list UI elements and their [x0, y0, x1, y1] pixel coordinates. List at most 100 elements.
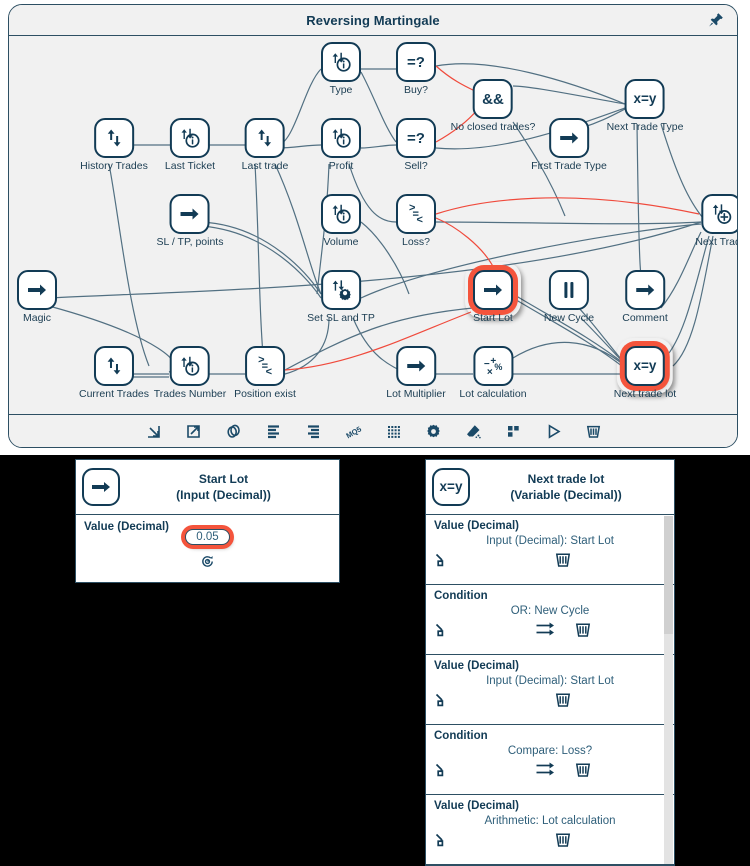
- svg-text:<: <: [266, 366, 272, 378]
- node-type[interactable]: Type: [321, 42, 361, 96]
- eraser-icon[interactable]: [464, 422, 483, 441]
- node-loss[interactable]: > = < Loss?: [396, 194, 436, 248]
- arrows-info-icon: [321, 118, 361, 158]
- trash-icon[interactable]: [555, 831, 571, 848]
- arrow-right-icon: [473, 270, 513, 310]
- trash-icon[interactable]: [575, 621, 591, 638]
- diagram-toolbar[interactable]: MQ5: [9, 414, 737, 447]
- node-first-trade-type[interactable]: First Trade Type: [531, 118, 607, 172]
- mq5-icon[interactable]: MQ5: [344, 422, 363, 441]
- link-node-icon[interactable]: [434, 621, 451, 638]
- arrow-right-icon: [17, 270, 57, 310]
- compare-icon: > = <: [396, 194, 436, 234]
- compare-icon: > = <: [245, 346, 285, 386]
- arrows-info-icon: [169, 118, 210, 158]
- node-position-exist[interactable]: > = < Position exist: [234, 346, 296, 400]
- node-profit[interactable]: Profit: [321, 118, 361, 172]
- start-lot-value-input[interactable]: 0.05: [185, 529, 230, 545]
- node-label-lot-calculation: Lot calculation: [459, 388, 527, 400]
- grid-icon[interactable]: [384, 422, 403, 441]
- node-comment[interactable]: Comment: [622, 270, 668, 324]
- link-node-icon[interactable]: [434, 551, 451, 568]
- panel-scrollbar[interactable]: [663, 516, 673, 864]
- arrows-plus-icon: [700, 194, 737, 234]
- node-label-next-trade-lot: Next trade lot: [613, 388, 677, 400]
- property-key: Condition: [434, 730, 488, 742]
- node-sell[interactable]: =? Sell?: [396, 118, 436, 172]
- properties-area: Start Lot (Input (Decimal)) Value (Decim…: [0, 455, 750, 866]
- property-row: Value (Decimal) Arithmetic: Lot calculati…: [426, 795, 674, 865]
- property-key: Value (Decimal): [434, 520, 520, 532]
- property-row: Value (Decimal) Input (Decimal): Start Lo…: [426, 655, 674, 725]
- property-row: Value (Decimal) Input (Decimal): Start Lo…: [426, 515, 674, 585]
- next-trade-lot-rows: Value (Decimal) Input (Decimal): Start Lo…: [426, 515, 674, 865]
- next-trade-lot-properties-panel: x=y Next trade lot (Variable (Decimal)) …: [425, 459, 675, 866]
- page-title: Reversing Martingale: [306, 12, 440, 28]
- node-set-sl-and-tp[interactable]: Set SL and TP: [307, 270, 375, 324]
- arrow-right-icon: [396, 346, 436, 386]
- node-label-first-trade-type: First Trade Type: [531, 160, 607, 172]
- start-lot-panel-header: Start Lot (Input (Decimal)): [76, 460, 339, 515]
- start-lot-value-row: Value (Decimal) 0.05: [76, 515, 339, 583]
- property-row: Condition OR: New Cycle: [426, 585, 674, 655]
- swap-arrows-icon[interactable]: [535, 761, 555, 777]
- align-right-icon[interactable]: [304, 422, 323, 441]
- node-next-trade-lot[interactable]: x=y Next trade lot: [614, 346, 676, 400]
- scrollbar-thumb[interactable]: [663, 516, 673, 635]
- equals-question-icon: =?: [396, 118, 436, 158]
- pin-icon[interactable]: [707, 11, 725, 29]
- arrows-info-icon: [321, 42, 361, 82]
- swap-arrows-icon[interactable]: [535, 621, 555, 637]
- start-lot-panel-title: Start Lot: [198, 471, 249, 486]
- node-volume[interactable]: Volume: [321, 194, 361, 248]
- node-no-closed-trades[interactable]: && No closed trades?: [450, 79, 536, 133]
- node-label-last-ticket: Last Ticket: [164, 160, 216, 172]
- arrows-info-icon: [321, 194, 361, 234]
- play-icon[interactable]: [544, 422, 563, 441]
- link-node-icon[interactable]: [434, 691, 451, 708]
- node-new-cycle[interactable]: New Cycle: [544, 270, 594, 324]
- settings-gear-icon[interactable]: [424, 422, 443, 441]
- node-label-profit: Profit: [328, 160, 354, 172]
- trash-icon[interactable]: [555, 551, 571, 568]
- node-label-position-exist: Position exist: [234, 388, 296, 400]
- node-lot-calculation[interactable]: + −% × Lot calculation: [459, 346, 527, 400]
- node-magic[interactable]: Magic: [17, 270, 57, 324]
- node-start-lot[interactable]: Start Lot: [473, 270, 513, 324]
- node-lot-multiplier[interactable]: Lot Multiplier: [386, 346, 446, 400]
- trash-icon[interactable]: [575, 761, 591, 778]
- trash-icon[interactable]: [555, 691, 571, 708]
- node-current-trades[interactable]: Current Trades: [79, 346, 149, 400]
- node-trades-number[interactable]: Trades Number: [154, 346, 226, 400]
- and-operator-icon-label: &&: [482, 90, 504, 108]
- trash-icon[interactable]: [584, 422, 603, 441]
- node-label-lot-multiplier: Lot Multiplier: [386, 388, 446, 400]
- align-left-icon[interactable]: [264, 422, 283, 441]
- layout-icon[interactable]: [504, 422, 523, 441]
- node-buy[interactable]: =? Buy?: [396, 42, 436, 96]
- two-arrows-updown-icon: [244, 118, 285, 158]
- import-icon[interactable]: [144, 422, 163, 441]
- node-label-sell: Sell?: [404, 160, 428, 172]
- node-label-loss: Loss?: [401, 236, 431, 248]
- next-trade-lot-panel-title: Next trade lot: [527, 471, 605, 486]
- node-next-trade[interactable]: Next Trade: [695, 194, 737, 248]
- node-sl-tp-points[interactable]: SL / TP, points: [157, 194, 223, 248]
- node-label-no-closed-trades: No closed trades?: [450, 121, 536, 133]
- refresh-icon[interactable]: [200, 554, 215, 574]
- node-last-ticket[interactable]: Last Ticket: [165, 118, 215, 172]
- two-arrows-updown-icon: [94, 346, 134, 386]
- node-last-trade[interactable]: Last trade: [242, 118, 288, 172]
- export-icon[interactable]: [184, 422, 203, 441]
- duplicate-icon[interactable]: [224, 422, 243, 441]
- diagram-canvas[interactable]: History Trades Last Ticket Last trade Type P…: [9, 36, 737, 415]
- arrow-right-icon: [548, 118, 589, 158]
- node-history-trades[interactable]: History Trades: [80, 118, 148, 172]
- link-node-icon[interactable]: [434, 831, 451, 848]
- node-label-start-lot: Start Lot: [473, 312, 513, 324]
- node-next-trade-type[interactable]: x=y Next Trade Type: [607, 79, 683, 133]
- node-label-type: Type: [329, 84, 353, 96]
- two-arrows-updown-icon: [94, 118, 134, 158]
- link-node-icon[interactable]: [434, 761, 451, 778]
- diagram-window: Reversing Martingale History Trades Last…: [0, 0, 750, 455]
